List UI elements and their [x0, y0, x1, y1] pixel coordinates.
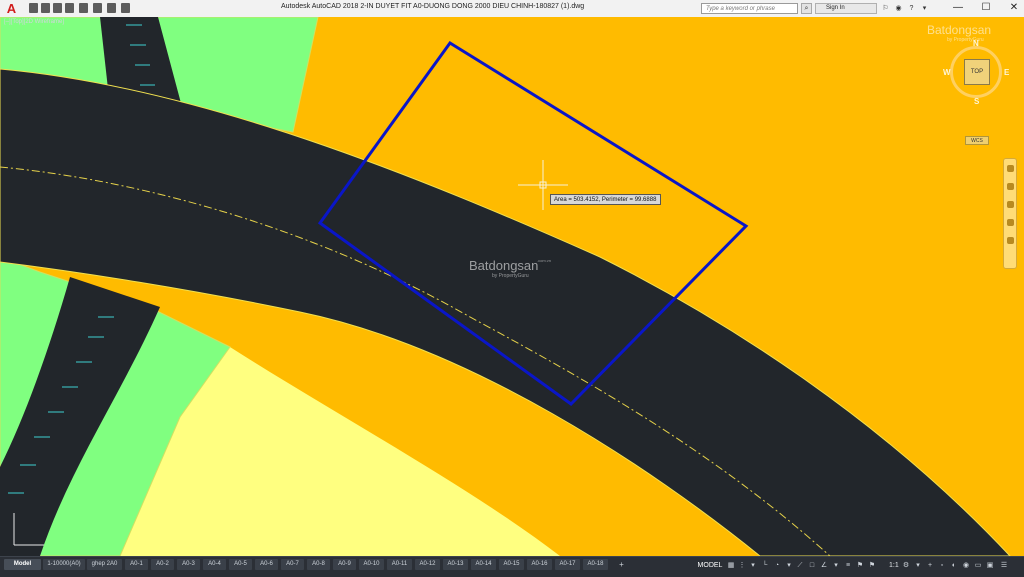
layout-tab[interactable]: A0-11	[387, 559, 412, 570]
watermark-center-domain: .com.vn	[537, 258, 552, 263]
grid-icon[interactable]: ▦	[727, 561, 735, 570]
ortho-icon[interactable]: └	[761, 561, 769, 570]
customization-menu-icon[interactable]: ☰	[1000, 561, 1008, 570]
layout-tab[interactable]: A0-2	[151, 559, 174, 570]
layout-tab[interactable]: A0-16	[527, 559, 552, 570]
workspace-icon[interactable]: ⚙	[902, 561, 910, 570]
layout-tab[interactable]: A0-9	[333, 559, 356, 570]
lineweight-icon[interactable]: ≡	[844, 561, 852, 570]
hardware-acceleration-icon[interactable]: ◉	[962, 561, 970, 570]
compass-west[interactable]: W	[943, 68, 951, 77]
annotation-scale[interactable]: 1:1	[889, 560, 899, 571]
snap-icon[interactable]: ⋮	[738, 561, 746, 570]
units-icon[interactable]: ▫	[938, 561, 946, 570]
zoom-icon[interactable]	[1007, 201, 1014, 208]
layout-tab[interactable]: A0-8	[307, 559, 330, 570]
layout-tab[interactable]: A0-1	[125, 559, 148, 570]
navigation-bar[interactable]	[1003, 158, 1017, 269]
share-icon[interactable]	[121, 3, 130, 13]
layout-tab[interactable]: A0-3	[177, 559, 200, 570]
layout-tab[interactable]: A0-12	[415, 559, 440, 570]
add-layout-icon[interactable]: +	[617, 559, 626, 570]
layout-tab[interactable]: ghep 2A0	[87, 559, 122, 570]
layout-tab[interactable]: A0-14	[471, 559, 496, 570]
compass-south[interactable]: S	[974, 97, 979, 106]
pan-icon[interactable]	[1007, 183, 1014, 190]
steering-wheel-icon[interactable]	[1007, 165, 1014, 172]
layout-tab-model[interactable]: Model	[4, 559, 41, 570]
osnap-dropdown-icon[interactable]: ▾	[832, 561, 840, 570]
compass-east[interactable]: E	[1004, 68, 1009, 77]
plot-icon[interactable]	[79, 3, 88, 13]
search-icon[interactable]: ⌕	[801, 3, 812, 14]
minimize-button[interactable]: —	[944, 0, 972, 17]
model-space-toggle[interactable]: MODEL	[697, 560, 723, 571]
isodraft-icon[interactable]: ⟋	[796, 561, 804, 570]
layout-tab[interactable]: A0-15	[499, 559, 524, 570]
open-file-icon[interactable]	[41, 3, 50, 13]
fullscreen-icon[interactable]: ▣	[986, 561, 994, 570]
add-icon[interactable]: +	[926, 561, 934, 570]
isolate-icon[interactable]: ◐	[950, 561, 958, 570]
annotation-scale-icon[interactable]: ⚑	[868, 561, 876, 570]
layout-tab[interactable]: A0-18	[583, 559, 608, 570]
help-dropdown-icon[interactable]: ▾	[919, 3, 930, 14]
layout-tab[interactable]: A0-6	[255, 559, 278, 570]
sign-in-label: Sign In	[826, 5, 845, 11]
snap-dropdown-icon[interactable]: ▾	[749, 561, 757, 570]
layout-tab[interactable]: A0-13	[443, 559, 468, 570]
layout-tab[interactable]: A0-10	[359, 559, 384, 570]
sign-in-button[interactable]: Sign In	[815, 3, 877, 14]
exchange-icon[interactable]: ⚐	[880, 3, 891, 14]
wcs-menu[interactable]: WCS	[965, 136, 989, 145]
compass-north[interactable]: N	[973, 39, 979, 48]
layout-tab[interactable]: 1-10000(A0)	[43, 559, 85, 570]
watermark-center-subtitle: by PropertyGuru	[492, 273, 529, 279]
viewcube-top-face[interactable]: TOP	[964, 59, 990, 85]
viewport-controls[interactable]: [–][Top][2D Wireframe]	[4, 19, 64, 25]
osnap-icon[interactable]: □	[808, 561, 816, 570]
search-input[interactable]: Type a keyword or phrase	[701, 3, 798, 14]
help-icon[interactable]: ?	[906, 3, 917, 14]
polar-dropdown-icon[interactable]: ▾	[785, 561, 793, 570]
maximize-button[interactable]: ☐	[972, 0, 1000, 17]
status-bar: Model 1-10000(A0) ghep 2A0 A0-1 A0-2 A0-…	[0, 556, 1024, 577]
orbit-icon[interactable]	[1007, 219, 1014, 226]
layout-tab[interactable]: A0-4	[203, 559, 226, 570]
layout-tab[interactable]: A0-5	[229, 559, 252, 570]
layout-tab[interactable]: A0-7	[281, 559, 304, 570]
redo-icon[interactable]	[107, 3, 116, 13]
workspace-dropdown-icon[interactable]: ▾	[914, 561, 922, 570]
polar-icon[interactable]: ◔	[773, 561, 781, 570]
autocad-logo-icon[interactable]: A	[3, 1, 20, 16]
undo-icon[interactable]	[93, 3, 102, 13]
watermark-center-logo: Batdongsan	[469, 258, 539, 273]
new-file-icon[interactable]	[29, 3, 38, 13]
window-title: Autodesk AutoCAD 2018 2-IN DUYET FIT A0-…	[281, 3, 585, 10]
drawing-svg	[0, 17, 1011, 556]
showmotion-icon[interactable]	[1007, 237, 1014, 244]
measure-tooltip: Area = 503.4152, Perimeter = 99.6888	[550, 194, 661, 205]
save-icon[interactable]	[53, 3, 62, 13]
close-button[interactable]: ✕	[1000, 0, 1024, 17]
watermark-logo: Batdongsan	[927, 23, 992, 37]
clean-screen-icon[interactable]: ▭	[974, 561, 982, 570]
a360-icon[interactable]: ◉	[893, 3, 904, 14]
drawing-canvas[interactable]: [–][Top][2D Wireframe] Batdongsan by Pro…	[0, 17, 1024, 556]
annotation-icon[interactable]: ⚑	[856, 561, 864, 570]
viewcube[interactable]: TOP N S E W	[943, 39, 1009, 106]
otrack-icon[interactable]: ∠	[820, 561, 828, 570]
layout-tab[interactable]: A0-17	[555, 559, 580, 570]
save-as-icon[interactable]	[65, 3, 74, 13]
title-bar: A Autodesk AutoCAD 2018 2-IN DUYET FIT A…	[0, 0, 1024, 18]
